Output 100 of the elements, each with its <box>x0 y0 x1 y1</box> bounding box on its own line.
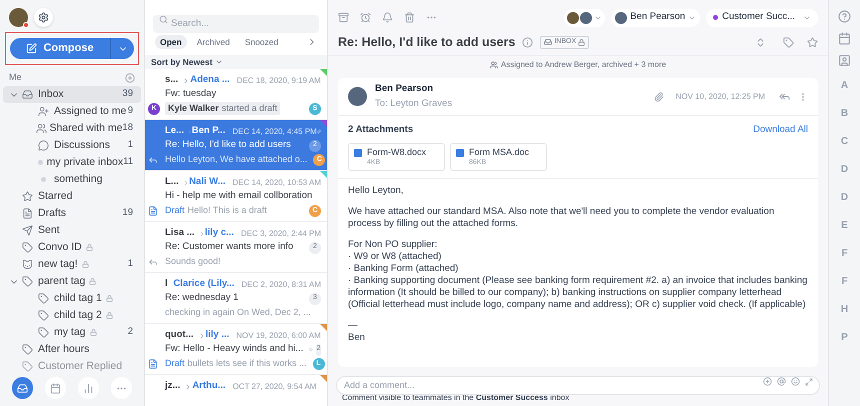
conversation-preview: Hello Leyton, We have attached o... <box>165 152 308 166</box>
body-text: — <box>348 320 358 332</box>
attachment-name: Form-W8.docx <box>367 148 426 158</box>
folder-label: Inbox <box>38 86 64 102</box>
add-icon[interactable] <box>125 73 135 83</box>
conversation-date: DEC 14, 2020, 4:45 PM <box>232 126 317 138</box>
message-date: NOV 10, 2020, 12:25 PM <box>676 90 765 102</box>
help-icon[interactable] <box>838 10 851 23</box>
chevron-down-icon[interactable] <box>215 58 224 66</box>
folder-count: 39 <box>122 87 133 102</box>
nav-button[interactable] <box>12 377 33 399</box>
expand-icon[interactable] <box>805 378 813 386</box>
conversation-date: DEC 14, 2020, 10:53 AM <box>232 176 321 188</box>
search-field[interactable]: Search... <box>153 14 319 32</box>
reply-icon <box>148 154 158 164</box>
folder-label: child tag 2 <box>54 308 102 323</box>
tag-icon <box>22 242 33 253</box>
settings-button[interactable] <box>34 8 53 27</box>
alarm-clock-icon[interactable] <box>360 12 371 23</box>
archive-icon[interactable] <box>338 12 349 23</box>
trash-icon[interactable] <box>404 12 415 23</box>
filter-tab[interactable]: Snoozed <box>240 35 284 49</box>
inbox-pill[interactable]: Customer Succ... <box>706 8 818 26</box>
reply-all-icon[interactable] <box>779 91 790 102</box>
star-icon[interactable] <box>807 36 818 48</box>
sender-name: quot... <box>165 328 194 342</box>
folder-item[interactable]: Assigned to me 9 <box>3 103 141 120</box>
folder-label: parent tag <box>38 274 86 289</box>
folder-count: 18 <box>122 121 133 136</box>
add-icon[interactable] <box>763 377 772 386</box>
speech-bubble-icon <box>38 140 49 151</box>
lock-icon <box>106 295 113 302</box>
folder-item[interactable]: my tag 2 <box>3 324 141 341</box>
folder-item[interactable]: Discussions 1 <box>3 137 141 154</box>
expand-icon[interactable] <box>755 36 766 48</box>
draft-label: Draft <box>165 204 185 217</box>
filter-tab[interactable]: Archived <box>192 35 235 49</box>
attachments-title: 2 Attachments <box>348 123 414 137</box>
bar-chart-icon <box>83 382 94 394</box>
tag-icon <box>22 361 33 372</box>
folder-item[interactable]: something <box>3 171 141 188</box>
inbox-icon <box>544 38 552 46</box>
folder-label: something <box>54 172 102 187</box>
folder-item[interactable]: child tag 1 <box>3 290 141 307</box>
recipient-name: Clarice (Lily... <box>173 277 234 292</box>
nav-button[interactable] <box>78 377 99 399</box>
mention-icon[interactable] <box>777 377 786 386</box>
filter-tab[interactable]: Open <box>155 35 187 49</box>
folder-label: my tag <box>54 324 86 340</box>
section-label: Me <box>9 71 22 84</box>
inbox-name: Customer Succ... <box>722 10 795 24</box>
message-sender: Ben Pearson <box>375 82 434 96</box>
folder-item[interactable]: Drafts 19 <box>3 205 141 222</box>
sender-name: l <box>165 277 168 292</box>
folder-count: 1 <box>128 138 133 152</box>
nav-button[interactable] <box>45 377 66 399</box>
folder-label: Discussions <box>54 138 110 153</box>
comment-field[interactable]: Add a comment... <box>336 376 820 394</box>
folder-item[interactable]: Starred <box>3 188 141 205</box>
document-icon <box>456 149 464 158</box>
calendar-icon[interactable] <box>838 32 851 45</box>
folder-item[interactable]: parent tag <box>3 273 141 290</box>
folder-item[interactable]: Shared with me18 <box>3 120 141 137</box>
folder-item[interactable]: Inbox 39 <box>3 86 141 103</box>
tag-icon <box>22 276 33 287</box>
contact-card-icon[interactable] <box>838 54 851 67</box>
folder-item[interactable]: child tag 2 <box>3 307 141 324</box>
recipient-name: Ben P... <box>192 124 226 138</box>
folder-label: After hours <box>38 342 90 357</box>
document-icon <box>354 149 362 158</box>
bell-icon[interactable] <box>382 12 393 23</box>
download-all-link[interactable]: Download All <box>753 123 808 138</box>
folder-label: my private inbox <box>46 154 124 170</box>
conversation-subject: Hi - help me with email collboration <box>165 189 312 204</box>
conversation-date: OCT 27, 2020, 9:54 AM <box>232 380 316 392</box>
conversation-subject: Fw: tuesday <box>165 87 216 102</box>
conversation-subject: Re: Customer wants more info <box>165 240 294 254</box>
paperclip-icon <box>654 92 664 102</box>
conversation-subject: Fw: Hello - Heavy winds and hi... <box>165 342 304 356</box>
folder-item[interactable]: my private inbox11 <box>3 154 141 171</box>
assignee-pill[interactable]: Ben Pearson <box>611 8 700 26</box>
tag-icon[interactable] <box>783 36 794 48</box>
folder-label: new tag! <box>38 256 78 272</box>
folder-item[interactable]: Sent <box>3 222 141 239</box>
attachment-name: Form MSA.doc <box>469 148 530 158</box>
folder-item[interactable]: Convo ID <box>3 239 141 256</box>
tag-icon <box>38 327 49 338</box>
folder-count: 9 <box>128 104 133 118</box>
settings-icon <box>38 12 49 23</box>
recipient-name: lily c... <box>204 226 234 240</box>
folder-item[interactable]: After hours <box>3 341 141 358</box>
assignees-pill[interactable] <box>564 8 606 26</box>
conversation-preview: bullets lets see if this works ... <box>188 356 307 370</box>
emoji-icon[interactable] <box>791 377 800 386</box>
user-avatar[interactable] <box>9 8 28 27</box>
folder-item[interactable]: new tag! 1 <box>3 256 141 273</box>
body-text: · Banking supporting document (Please see banking form requirement #2. a) an invoice that includes banking information (It should be billed to our company); b) banking instructions on supplier company letterhead (Official letterhead must include logo, company name and address); OR c) supplier void check. (If applicable) <box>348 275 808 312</box>
sender-name: Lisa ... <box>165 226 195 240</box>
info-icon[interactable] <box>522 36 534 48</box>
folder-label: Starred <box>38 188 72 204</box>
